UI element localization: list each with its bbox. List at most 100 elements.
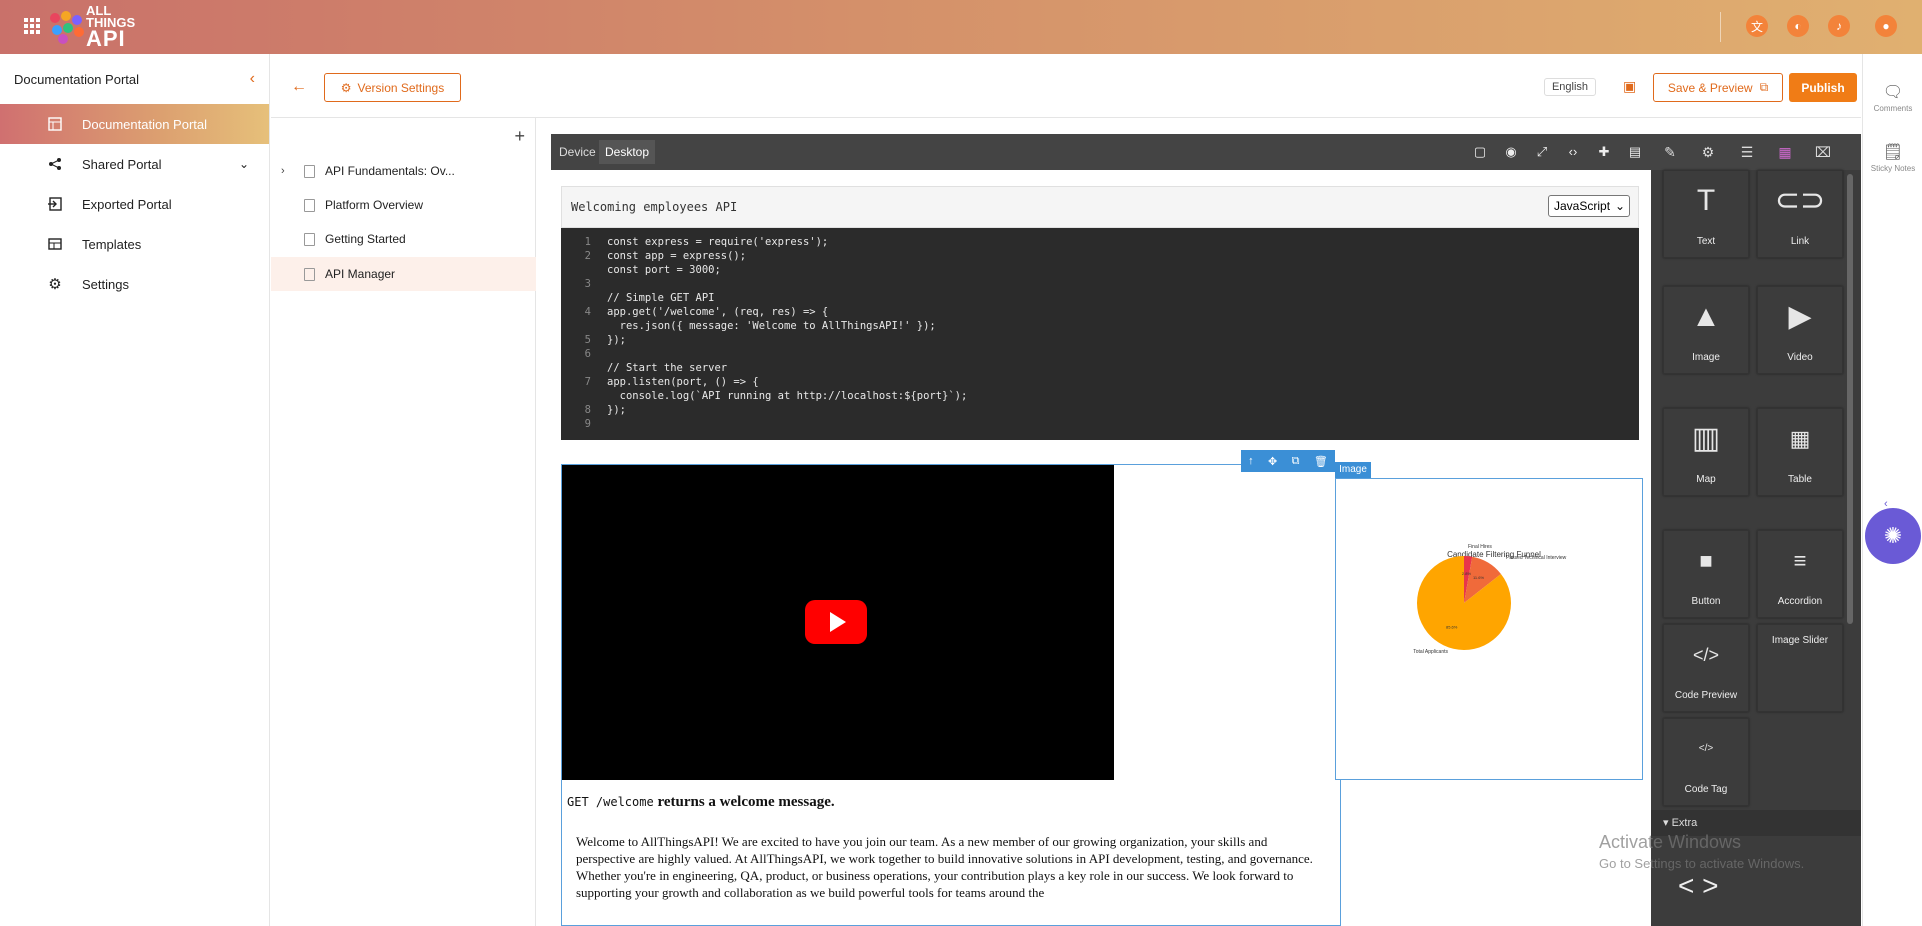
tree-item-selected[interactable]: API Manager	[271, 257, 536, 291]
chevron-right-icon[interactable]: ›	[281, 165, 285, 177]
document-icon	[304, 198, 315, 212]
code-line: console.log(`API running at http://local…	[607, 390, 968, 402]
delete-icon[interactable]: 🗑	[1314, 455, 1328, 468]
sidebar-item-templates[interactable]: Templates	[0, 224, 269, 264]
copy-icon[interactable]: ⧉	[1292, 455, 1300, 468]
code-line: 9	[584, 418, 591, 430]
bell-icon[interactable]: ♪	[1828, 15, 1850, 37]
save-preview-label: Save & Preview	[1667, 80, 1753, 95]
sidebar-title: Documentation Portal	[14, 71, 140, 87]
funnel-pie-chart: Candidate Filtering Funnel 2.8%Final Hir…	[1413, 544, 1566, 655]
chevron-down-icon: ⌄	[1614, 199, 1625, 213]
blocks-panel: ✎ ⚙ ☰ ▦ ⌧ T Text ⊂⊃ Link ▲ Image ▶ Video ▥ Ma…	[1651, 134, 1861, 926]
image-block[interactable]: Candidate Filtering Funnel 2.8% Final Hir…	[1335, 478, 1643, 780]
portal-icon	[47, 116, 63, 132]
sidebar-item-documentation-portal[interactable]: Documentation Portal	[0, 104, 269, 144]
page-editor: Device Desktop ▢ ◉ ⤢ ‹› ✚ ▤ Welcoming em…	[551, 134, 1651, 926]
add-page-icon[interactable]: +	[514, 126, 525, 147]
preview-eye-icon[interactable]: ◉	[1503, 144, 1519, 160]
code-file-icon[interactable]: ⌧	[1812, 142, 1834, 162]
gear-icon[interactable]: ⚙	[1697, 142, 1719, 162]
fullscreen-icon[interactable]: ⤢	[1534, 144, 1550, 160]
add-icon[interactable]: ✚	[1596, 144, 1612, 160]
block-label: Code Preview	[1674, 690, 1738, 701]
translate-icon[interactable]: 文	[1746, 15, 1768, 37]
bug-report-icon[interactable]: ✺	[1865, 508, 1921, 564]
sidebar-item-exported-portal[interactable]: Exported Portal	[0, 184, 269, 224]
export-icon	[47, 196, 63, 212]
code-block-header: Welcoming employees API JavaScript ⌄	[561, 186, 1639, 228]
block-text[interactable]: T Text	[1663, 170, 1749, 258]
block-label: Video	[1787, 352, 1813, 363]
block-label: Link	[1790, 236, 1810, 247]
block-accordion[interactable]: ≡ Accordion	[1757, 530, 1843, 618]
layers-icon[interactable]: ☰	[1736, 142, 1758, 162]
sidebar-item-label: Exported Portal	[82, 196, 172, 212]
text-block[interactable]: GET /welcome returns a welcome message. …	[567, 794, 1327, 901]
back-arrow-icon[interactable]: ←	[291, 78, 307, 96]
logo[interactable]: ALL THINGS API	[48, 4, 135, 50]
comments-icon: 🗨	[1882, 84, 1904, 101]
language-selector[interactable]: English	[1544, 78, 1596, 96]
blocks-scrollbar[interactable]	[1847, 174, 1853, 624]
video-embed[interactable]	[561, 464, 1114, 780]
block-table[interactable]: ▦ Table	[1757, 408, 1843, 496]
code-block-body[interactable]: 1 const express = require('express'); 2 co…	[561, 228, 1639, 440]
pie-slice-value: 2.8%	[1462, 571, 1472, 576]
external-link-icon: ⧉	[1759, 80, 1769, 94]
code-view-icon[interactable]: ‹›	[1565, 144, 1581, 160]
pie-slice-value: 85.6%	[1446, 624, 1458, 629]
comments-button[interactable]: 🗨 Comments	[1863, 82, 1922, 113]
youtube-play-icon[interactable]	[805, 600, 867, 644]
logo-mark	[48, 9, 84, 45]
arrow-up-icon[interactable]: ↑	[1248, 455, 1254, 467]
blocks-grid-icon[interactable]: ▦	[1774, 142, 1796, 162]
sticky-notes-button[interactable]: 🗒 Sticky Notes	[1863, 142, 1922, 173]
publish-button[interactable]: Publish	[1789, 73, 1857, 102]
tree-item-label: API Fundamentals: Ov...	[325, 164, 455, 178]
heading-code: GET /welcome	[567, 795, 654, 809]
block-button[interactable]: ■ Button	[1663, 530, 1749, 618]
code-line: // Start the server	[607, 362, 728, 374]
tree-item[interactable]: Getting Started	[271, 222, 536, 256]
gear-icon: ⚙	[48, 276, 62, 293]
language-label: English	[1551, 81, 1589, 93]
code-line: 5});	[584, 334, 626, 346]
document-icon	[304, 267, 315, 281]
sidebar-item-label: Templates	[82, 236, 142, 252]
chevron-down-icon[interactable]: ⌄	[239, 157, 249, 171]
version-settings-button[interactable]: ⚙ Version Settings	[324, 73, 461, 102]
language-select[interactable]: JavaScript ⌄	[1548, 195, 1630, 217]
block-image-slider[interactable]: Image Slider	[1757, 624, 1843, 712]
block-image[interactable]: ▲ Image	[1663, 286, 1749, 374]
block-link[interactable]: ⊂⊃ Link	[1757, 170, 1843, 258]
import-icon[interactable]: ▤	[1627, 144, 1643, 160]
logo-text: ALL THINGS API	[86, 3, 136, 51]
block-code-tag[interactable]: </> Code Tag	[1663, 718, 1749, 806]
block-map[interactable]: ▥ Map	[1663, 408, 1749, 496]
block-code-preview[interactable]: </> Code Preview	[1663, 624, 1749, 712]
version-settings-label: Version Settings	[357, 80, 445, 95]
map-icon: ▥	[1691, 422, 1721, 455]
move-icon[interactable]: ✥	[1268, 455, 1277, 468]
section-heading: GET /welcome returns a welcome message.	[567, 794, 1327, 811]
sidebar-item-label: Documentation Portal	[82, 116, 208, 132]
brush-icon[interactable]: ✎	[1659, 142, 1681, 162]
sidebar-item-shared-portal[interactable]: Shared Portal ⌄	[0, 144, 269, 184]
save-icon[interactable]: ▣	[1623, 78, 1636, 95]
device-select[interactable]: Desktop	[599, 140, 656, 164]
pie-category-label: Total Applicants	[1413, 649, 1448, 655]
outline-toggle-icon[interactable]: ▢	[1472, 144, 1488, 160]
extra-label: Extra	[1671, 817, 1698, 829]
collapse-chevron-icon[interactable]: ‹	[250, 70, 255, 88]
tree-item[interactable]: › API Fundamentals: Ov...	[271, 154, 536, 188]
user-avatar-icon[interactable]: ●	[1875, 15, 1897, 37]
gear-icon: ⚙	[340, 80, 352, 95]
tree-item[interactable]: Platform Overview	[271, 188, 536, 222]
apps-grid-icon[interactable]	[24, 18, 40, 34]
sidebar-item-settings[interactable]: ⚙ Settings	[0, 264, 269, 304]
block-video[interactable]: ▶ Video	[1757, 286, 1843, 374]
tree-item-label: Platform Overview	[325, 198, 424, 212]
save-preview-button[interactable]: Save & Preview ⧉	[1653, 73, 1783, 102]
palette-icon[interactable]: ◐	[1787, 15, 1809, 37]
